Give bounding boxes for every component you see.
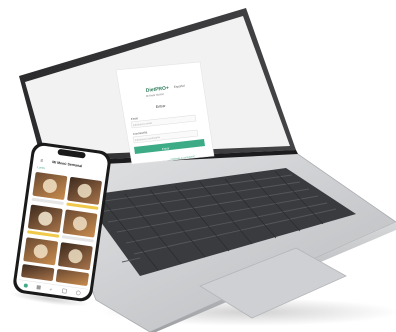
login-card: DietPRO+ Mi Meta Nutrión Español Entrar …: [115, 61, 215, 165]
product-mockup: DietPRO+ Mi Meta Nutrión Español Entrar …: [0, 0, 396, 332]
mockup-scene: DietPRO+ Mi Meta Nutrión Español Entrar …: [9, 8, 396, 332]
list-icon[interactable]: [36, 285, 41, 290]
